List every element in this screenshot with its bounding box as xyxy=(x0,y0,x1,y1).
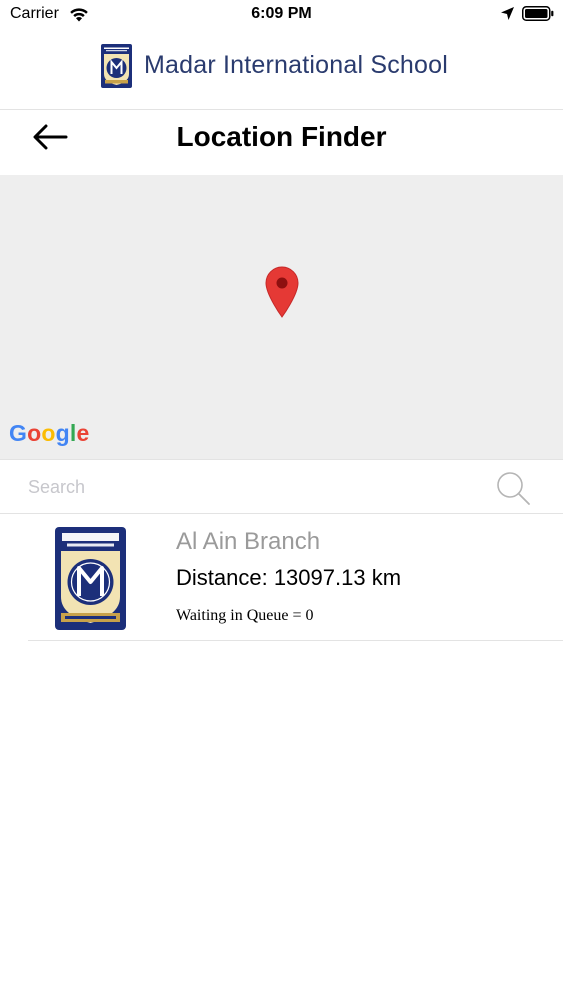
madar-logo-icon xyxy=(55,527,126,630)
location-arrow-icon xyxy=(501,7,514,20)
madar-logo-icon xyxy=(101,44,132,88)
search-bar xyxy=(0,459,563,514)
list-item[interactable]: Al Ain Branch Distance: 13097.13 km Wait… xyxy=(28,514,563,641)
status-time: 6:09 PM xyxy=(251,5,312,22)
map-view[interactable]: Google xyxy=(0,175,563,459)
branch-queue: Waiting in Queue = 0 xyxy=(176,607,314,624)
search-icon[interactable] xyxy=(495,470,531,506)
branch-distance: Distance: 13097.13 km xyxy=(176,565,402,590)
battery-icon xyxy=(522,6,554,21)
page-title: Location Finder xyxy=(176,121,387,152)
search-input[interactable] xyxy=(28,470,468,504)
brand-header: Madar International School xyxy=(0,30,563,110)
brand-title: Madar International School xyxy=(144,51,448,79)
google-logo: Google xyxy=(9,420,90,446)
status-bar: Carrier 6:09 PM xyxy=(0,0,563,30)
nav-bar: Location Finder xyxy=(0,110,563,175)
map-pin-icon[interactable] xyxy=(265,266,299,318)
branch-name: Al Ain Branch xyxy=(176,528,321,555)
